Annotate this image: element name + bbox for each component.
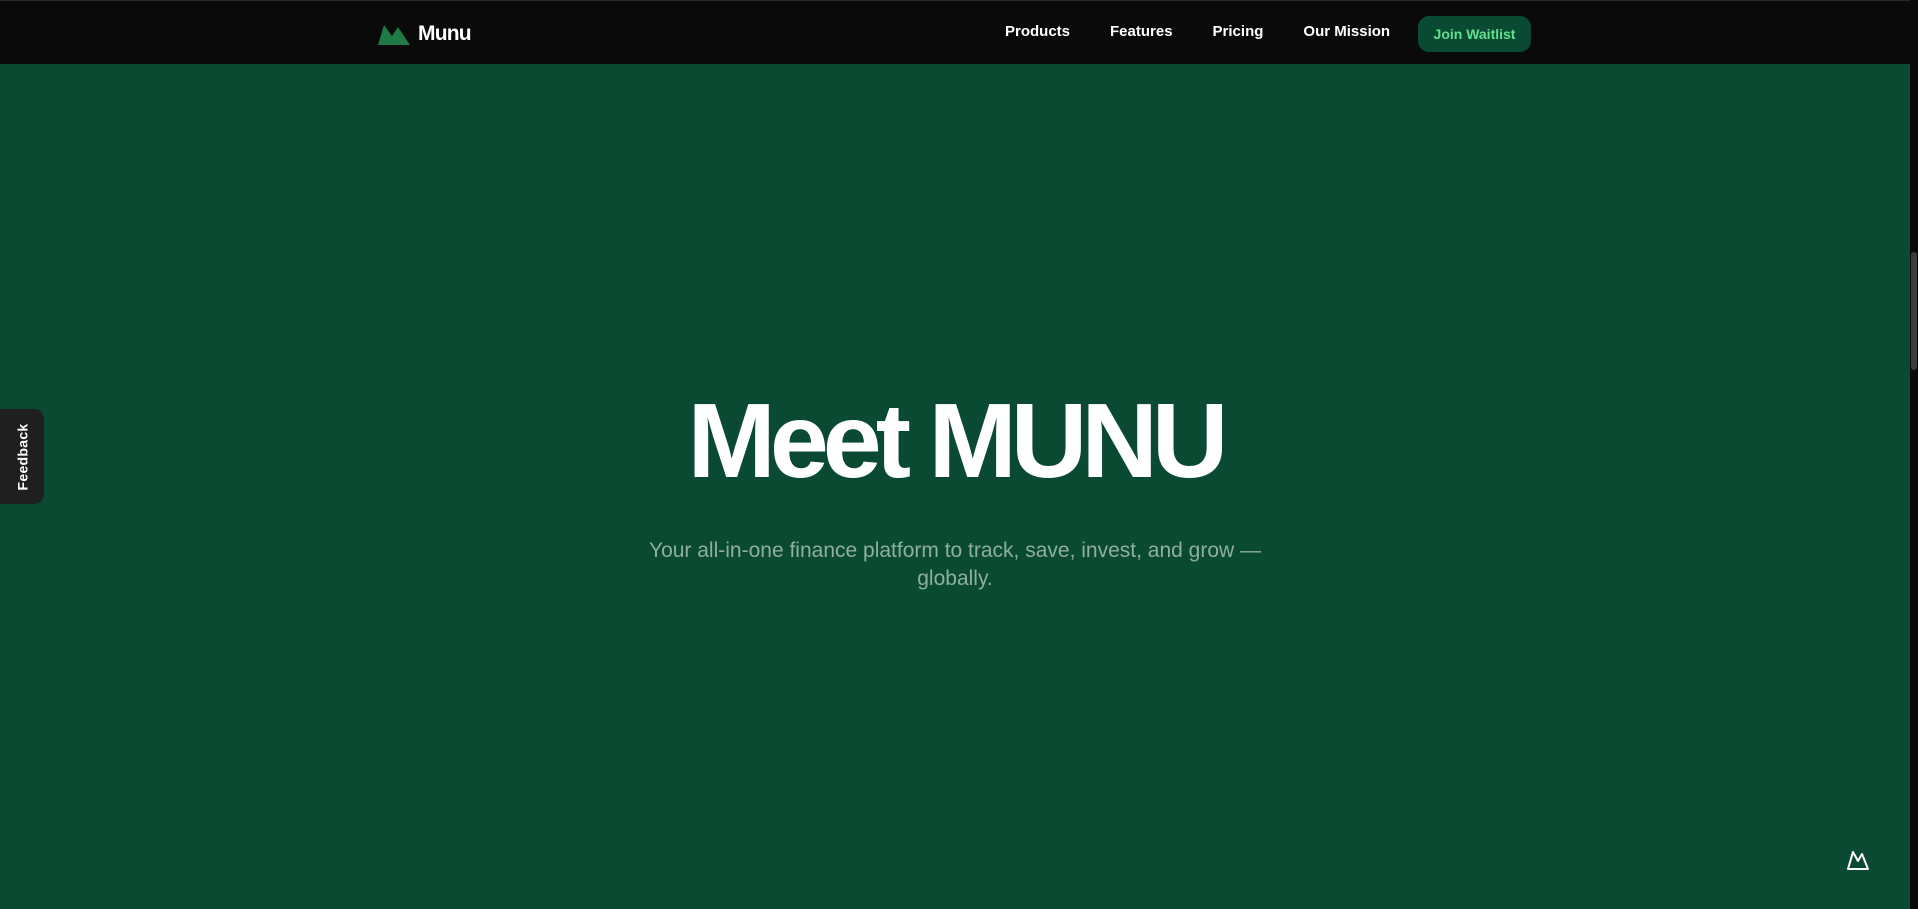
nav-link-features[interactable]: Features [1110, 23, 1173, 40]
navbar: Munu Products Features Pricing Our Missi… [0, 0, 1910, 64]
nav-link-our-mission[interactable]: Our Mission [1303, 23, 1390, 40]
hero-title: Meet MUNU [687, 382, 1229, 500]
join-waitlist-button[interactable]: Join Waitlist [1418, 16, 1531, 52]
hero-subtitle: Your all-in-one finance platform to trac… [648, 539, 1262, 590]
page: Munu Products Features Pricing Our Missi… [0, 0, 1918, 909]
brand-name: Munu [418, 22, 472, 45]
feedback-tab[interactable]: Feedback [0, 409, 44, 504]
mountain-logo-icon [378, 25, 410, 45]
scrollbar-thumb[interactable] [1911, 252, 1917, 370]
feedback-label: Feedback [14, 423, 30, 490]
nav-link-pricing[interactable]: Pricing [1213, 23, 1264, 40]
nav-link-products[interactable]: Products [1005, 23, 1070, 40]
mountain-icon[interactable] [1846, 849, 1870, 871]
scrollbar-track[interactable] [1910, 0, 1918, 909]
nav-links: Products Features Pricing Our Mission [1005, 23, 1390, 40]
brand-logo-link[interactable]: Munu [378, 21, 472, 47]
